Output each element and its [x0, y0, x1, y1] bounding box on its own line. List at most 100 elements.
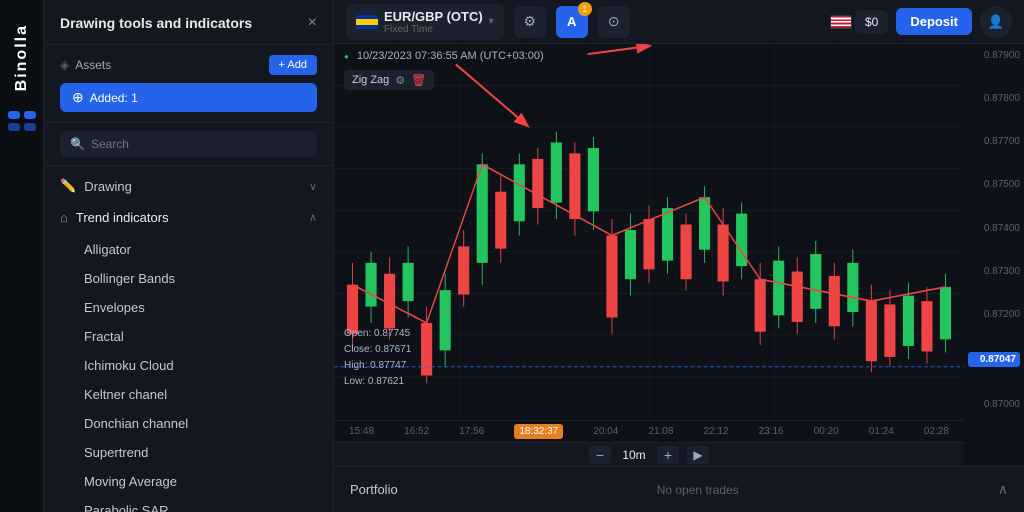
indicator-parabolic[interactable]: Parabolic SAR [44, 496, 333, 512]
chart-container: ● 10/23/2023 07:36:55 AM (UTC+03:00) Zig… [334, 44, 1024, 466]
chart-timestamp: 10/23/2023 07:36:55 AM (UTC+03:00) [357, 50, 544, 62]
brand-icon [8, 111, 36, 136]
time-9: 02:28 [924, 426, 949, 437]
time-2: 17:56 [459, 426, 484, 437]
avatar-icon: 👤 [988, 14, 1004, 30]
time-8: 01:24 [869, 426, 894, 437]
open-value: 0.87745 [374, 328, 410, 339]
live-dot: ● [344, 52, 349, 61]
time-4: 21:08 [648, 426, 673, 437]
portfolio-bar: Portfolio No open trades ∧ [334, 466, 1024, 512]
timeframe-forward-button[interactable]: ▶ [687, 446, 709, 464]
indicator-alligator[interactable]: Alligator [44, 235, 333, 264]
category-drawing[interactable]: ✏️ Drawing ∨ [44, 170, 333, 202]
active-time: 18:32:37 [514, 424, 563, 439]
indicator-supertrend[interactable]: Supertrend [44, 438, 333, 467]
portfolio-chevron-icon[interactable]: ∧ [998, 481, 1008, 498]
search-icon: 🔍 [70, 137, 85, 151]
add-asset-button[interactable]: + Add [269, 55, 317, 75]
assets-label: Assets [60, 58, 111, 72]
deposit-button[interactable]: Deposit [896, 8, 972, 35]
search-box: 🔍 [44, 123, 333, 166]
time-0: 15:48 [349, 426, 374, 437]
timeframe-minus-button[interactable]: − [589, 446, 611, 464]
candlestick-chart [334, 44, 964, 416]
indicator-bollinger[interactable]: Bollinger Bands [44, 264, 333, 293]
tool-badge: 1 [578, 2, 592, 16]
drawing-icon: ✏️ [60, 178, 76, 194]
indicator-list: Alligator Bollinger Bands Envelopes Frac… [44, 233, 333, 512]
time-7: 00:20 [814, 426, 839, 437]
price-0: 0.87900 [968, 50, 1020, 61]
zigzag-delete-icon[interactable]: 🗑 [411, 73, 426, 87]
portfolio-title: Portfolio [350, 482, 398, 497]
indicator-ma[interactable]: Moving Average [44, 467, 333, 496]
tools-title: Drawing tools and indicators [60, 15, 252, 31]
chart-info-bar: ● 10/23/2023 07:36:55 AM (UTC+03:00) [344, 50, 544, 62]
indicator-donchian[interactable]: Donchian channel [44, 409, 333, 438]
current-price: 0.87047 [968, 352, 1020, 367]
low-value: 0.87621 [368, 376, 404, 387]
categories-list: ✏️ Drawing ∨ ⌂ Trend indicators ∧ Alliga… [44, 166, 333, 512]
balance-area: $0 Deposit 👤 [830, 6, 1012, 38]
time-5: 22:12 [704, 426, 729, 437]
balance-button[interactable]: $0 [855, 10, 888, 34]
assets-section: Assets + Add Added: 1 [44, 45, 333, 123]
price-5: 0.87300 [968, 266, 1020, 277]
close-button[interactable]: × [308, 14, 317, 32]
avatar-button[interactable]: 👤 [980, 6, 1012, 38]
timeframe-plus-button[interactable]: + [657, 446, 679, 464]
drawing-chevron: ∨ [309, 180, 317, 193]
tools-header: Drawing tools and indicators × [44, 0, 333, 45]
price-8: 0.87000 [968, 399, 1020, 410]
active-tool-button[interactable]: A 1 [556, 6, 588, 38]
category-trend[interactable]: ⌂ Trend indicators ∧ [44, 202, 333, 233]
brand-name: Binolla [13, 24, 31, 91]
timeframe-label: 10m [619, 448, 649, 462]
trend-label: Trend indicators [76, 210, 169, 225]
assets-header: Assets + Add [60, 55, 317, 75]
asset-time-type: Fixed Time [384, 24, 483, 35]
zigzag-tag: Zig Zag ⚙ 🗑 [344, 70, 434, 90]
drawing-label: Drawing [84, 179, 132, 194]
time-3: 20:04 [593, 426, 618, 437]
tools-panel: Drawing tools and indicators × Assets + … [44, 0, 334, 512]
high-label: High: [344, 360, 367, 371]
search-input-wrap: 🔍 [60, 131, 317, 157]
ohlc-info: Open: 0.87745 Close: 0.87671 High: 0.877… [344, 326, 411, 390]
indicator-fractal[interactable]: Fractal [44, 322, 333, 351]
time-1: 16:52 [404, 426, 429, 437]
settings-button[interactable]: ⊙ [598, 6, 630, 38]
zigzag-label: Zig Zag [352, 74, 389, 86]
portfolio-status: No open trades [657, 483, 739, 497]
price-1: 0.87800 [968, 93, 1020, 104]
search-input[interactable] [91, 137, 307, 151]
indicator-envelopes[interactable]: Envelopes [44, 293, 333, 322]
low-label: Low: [344, 376, 365, 387]
close-label: Close: [344, 344, 372, 355]
high-value: 0.87747 [370, 360, 406, 371]
price-6: 0.87200 [968, 309, 1020, 320]
indicators-button[interactable]: ⚙ [514, 6, 546, 38]
zigzag-settings-icon[interactable]: ⚙ [395, 74, 405, 87]
asset-chevron-icon: ▾ [489, 16, 494, 27]
time-6: 23:16 [759, 426, 784, 437]
open-label: Open: [344, 328, 371, 339]
indicator-ichimoku[interactable]: Ichimoku Cloud [44, 351, 333, 380]
top-navbar: EUR/GBP (OTC) Fixed Time ▾ ⚙ A 1 ⊙ $0 De… [334, 0, 1024, 44]
asset-selector[interactable]: EUR/GBP (OTC) Fixed Time ▾ [346, 4, 504, 40]
price-axis: 0.87900 0.87800 0.87700 0.87500 0.87400 … [964, 44, 1024, 416]
active-tool-icon: A [567, 14, 576, 29]
close-value: 0.87671 [375, 344, 411, 355]
trend-chevron: ∧ [309, 211, 317, 224]
asset-name: EUR/GBP (OTC) [384, 9, 483, 24]
timeframe-bar: − 10m + ▶ [334, 442, 964, 466]
time-axis: 15:48 16:52 17:56 18:32:37 20:04 21:08 2… [334, 420, 964, 442]
main-content: EUR/GBP (OTC) Fixed Time ▾ ⚙ A 1 ⊙ $0 De… [334, 0, 1024, 512]
added-tag: Added: 1 [60, 83, 317, 112]
price-2: 0.87700 [968, 136, 1020, 147]
price-3: 0.87500 [968, 179, 1020, 190]
price-4: 0.87400 [968, 223, 1020, 234]
trend-icon: ⌂ [60, 210, 68, 225]
indicator-keltner[interactable]: Keltner chanel [44, 380, 333, 409]
